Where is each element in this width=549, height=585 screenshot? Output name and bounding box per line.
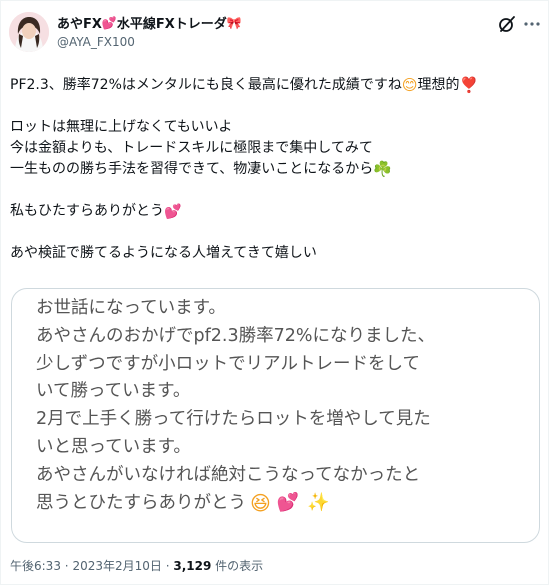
views-count: 3,129 bbox=[173, 559, 212, 573]
grinning-squint-icon: 😆 bbox=[250, 491, 271, 516]
image-line: いと思っています。 bbox=[36, 436, 191, 457]
name-row[interactable]: あやFX 💕 水平線FXトレーダ 🎀 bbox=[57, 13, 242, 33]
tweet-line-text: あや検証で勝てるようになる人増えてきて嬉しい bbox=[10, 245, 317, 261]
attached-image-text: お世話になっています。 あやさんのおかげでpf2.3勝率72%になりました、 少… bbox=[36, 295, 435, 517]
tweet-line-text: 理想的 bbox=[417, 77, 460, 93]
tweet-line-text: 今は金額よりも、トレードスキルに極限まで集中してみて bbox=[10, 140, 373, 156]
image-line: お世話になっています。 bbox=[36, 298, 226, 318]
image-line-last: 思うとひたすらありがとう 😆 💕 ✨ bbox=[36, 490, 435, 518]
shamrock-icon: ☘️ bbox=[373, 160, 392, 178]
attached-image[interactable]: お世話になっています。 あやさんのおかげでpf2.3勝率72%になりました、 少… bbox=[11, 288, 540, 543]
image-line: 少しずつですが小ロットでリアルトレードをして bbox=[36, 353, 420, 374]
tweet-line-4: 一生ものの勝ち手法を習得できて、物凄いことになるから ☘️ bbox=[10, 159, 540, 180]
two-hearts-icon: 💕 bbox=[164, 203, 182, 220]
meta-separator: · bbox=[64, 559, 69, 573]
tweet-line-5: 私もひたすらありがとう 💕 bbox=[10, 201, 540, 222]
tweet-line-text: 私もひたすらありがとう bbox=[10, 203, 164, 219]
image-line: あやさんがいなければ絶対こうなってなかったと bbox=[36, 464, 421, 485]
tweet-line-text: PF2.3、勝率72%はメンタルにも良く最高に優れた成績ですね bbox=[10, 77, 402, 93]
tweet-line-2: ロットは無理に上げなくてもいいよ bbox=[10, 117, 540, 138]
more-options-button[interactable] bbox=[523, 15, 541, 33]
user-handle[interactable]: @AYA_FX100 bbox=[57, 35, 135, 49]
image-line: 2月で上手く勝って行けたらロットを増やして見た bbox=[36, 409, 431, 430]
image-line: いて勝っています。 bbox=[36, 381, 191, 402]
tweet-line-text: ロットは無理に上げなくてもいいよ bbox=[10, 119, 233, 135]
heart-exclamation-icon: ❣️ bbox=[459, 76, 479, 94]
two-hearts-icon: 💕 bbox=[101, 15, 117, 30]
meta-separator: · bbox=[165, 559, 170, 573]
ribbon-icon: 🎀 bbox=[226, 15, 242, 30]
tweet-line-3: 今は金額よりも、トレードスキルに極限まで集中してみて bbox=[10, 138, 540, 159]
tweet-meta: 午後6:33 · 2023年2月10日 · 3,129 件の表示 bbox=[10, 557, 263, 574]
tweet-text: PF2.3、勝率72%はメンタルにも良く最高に優れた成績ですね 😊 理想的 ❣️… bbox=[10, 75, 540, 264]
two-hearts-icon: 💕 bbox=[276, 492, 300, 514]
image-line: あやさんのおかげでpf2.3勝率72%になりました、 bbox=[36, 325, 435, 346]
tweet-time[interactable]: 午後6:33 bbox=[10, 559, 61, 573]
tweet-date[interactable]: 2023年2月10日 bbox=[72, 559, 161, 573]
smiling-face-icon: 😊 bbox=[401, 76, 418, 94]
tweet-line-1: PF2.3、勝率72%はメンタルにも良く最高に優れた成績ですね 😊 理想的 ❣️ bbox=[10, 75, 540, 96]
sparkles-icon: ✨ bbox=[307, 492, 330, 514]
display-name-suffix[interactable]: 水平線FXトレーダ bbox=[117, 13, 227, 32]
more-options-icon bbox=[524, 22, 540, 26]
grok-icon bbox=[499, 16, 515, 32]
tweet-card: あやFX 💕 水平線FXトレーダ 🎀 @AYA_FX100 PF2.3、勝率72… bbox=[0, 0, 549, 585]
image-line-text: 思うとひたすらありがとう bbox=[36, 492, 246, 513]
views-label: 件の表示 bbox=[215, 559, 264, 573]
avatar[interactable] bbox=[9, 12, 49, 52]
avatar-image bbox=[9, 12, 49, 52]
tweet-line-text: 一生ものの勝ち手法を習得できて、物凄いことになるから bbox=[10, 161, 374, 177]
grok-button[interactable] bbox=[498, 15, 516, 33]
tweet-line-6: あや検証で勝てるようになる人増えてきて嬉しい bbox=[10, 243, 540, 264]
display-name[interactable]: あやFX bbox=[57, 13, 102, 32]
